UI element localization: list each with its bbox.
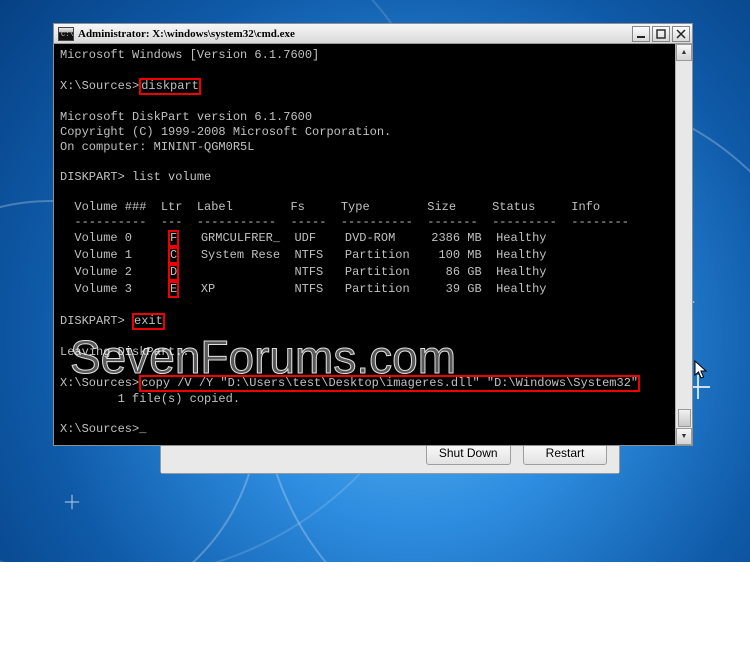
close-button[interactable] [672,26,690,42]
terminal-line: X:\Sources>copy /V /Y "D:\Users\test\Des… [60,375,669,392]
highlight-ltr: D [168,264,179,281]
desktop-background: C:\ Command Prompt Open a command prompt… [0,0,750,562]
sparkle-icon [65,495,79,509]
system-menu-icon[interactable]: C:\ [58,27,74,41]
minimize-button[interactable] [632,26,650,42]
table-row: Volume 0 F GRMCULFRER_ UDF DVD-ROM 2386 … [60,230,669,247]
table-row: Volume 1 C System Rese NTFS Partition 10… [60,247,669,264]
terminal[interactable]: Microsoft Windows [Version 6.1.7600] X:\… [54,44,675,445]
table-rule: ---------- --- ----------- ----- -------… [60,215,669,230]
terminal-line: 1 file(s) copied. [60,392,669,407]
terminal-prompt: X:\Sources> [60,422,669,437]
window-title: Administrator: X:\windows\system32\cmd.e… [78,28,632,40]
table-row: Volume 3 E XP NTFS Partition 39 GB Healt… [60,281,669,298]
terminal-line: X:\Sources>diskpart [60,78,669,95]
highlight-ltr: F [168,230,179,247]
highlight-copy-cmd: copy /V /Y "D:\Users\test\Desktop\imager… [139,375,640,392]
highlight-diskpart: diskpart [139,78,201,95]
titlebar[interactable]: C:\ Administrator: X:\windows\system32\c… [54,24,692,44]
highlight-exit: exit [132,313,165,330]
terminal-line: DISKPART> list volume [60,170,669,185]
terminal-line: Microsoft DiskPart version 6.1.7600 [60,110,669,125]
cmd-window: C:\ Administrator: X:\windows\system32\c… [53,23,693,446]
terminal-line: Microsoft Windows [Version 6.1.7600] [60,48,669,63]
scrollbar[interactable]: ▲ ▼ [675,44,692,445]
terminal-line: DISKPART> exit [60,313,669,330]
maximize-button[interactable] [652,26,670,42]
terminal-line: Leaving DiskPart... [60,345,669,360]
highlight-ltr: C [168,247,179,264]
terminal-line: On computer: MININT-QGM0R5L [60,140,669,155]
highlight-ltr: E [168,281,179,298]
scroll-down-button[interactable]: ▼ [676,428,692,445]
table-header: Volume ### Ltr Label Fs Type Size Status… [60,200,669,215]
table-row: Volume 2 D NTFS Partition 86 GB Healthy [60,264,669,281]
scroll-up-button[interactable]: ▲ [676,44,692,61]
terminal-line: Copyright (C) 1999-2008 Microsoft Corpor… [60,125,669,140]
scroll-thumb[interactable] [678,409,691,427]
